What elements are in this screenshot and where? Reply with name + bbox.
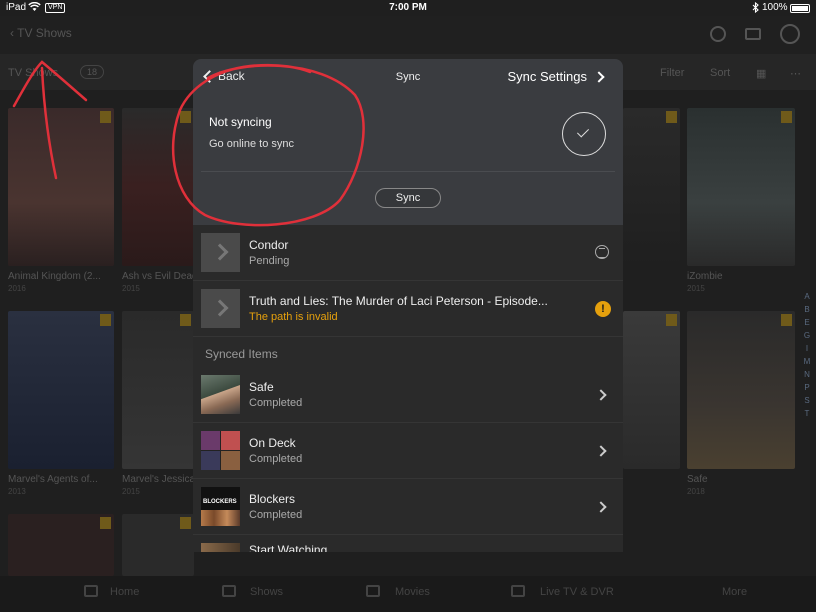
- sync-button[interactable]: Sync: [375, 188, 441, 208]
- list-item[interactable]: Safe Completed: [193, 367, 623, 423]
- grid-view-icon[interactable]: ▦: [756, 67, 766, 80]
- sync-status-title: Not syncing: [209, 115, 272, 129]
- list-item[interactable]: Start Watching: [193, 535, 623, 552]
- poster-caption: Animal Kingdom (2... 2016: [8, 271, 101, 293]
- poster-ash-vs-evil-dead[interactable]: [122, 108, 194, 266]
- sync-modal: Back Sync Sync Settings Not syncing Go o…: [193, 59, 623, 552]
- filter-button[interactable]: Filter: [660, 67, 684, 79]
- poster-izombie[interactable]: [687, 108, 795, 266]
- search-icon[interactable]: [710, 26, 726, 42]
- item-title: Condor: [249, 238, 289, 252]
- poster-row3-1[interactable]: [8, 514, 114, 576]
- bluetooth-icon: [752, 1, 759, 16]
- poster-caption: iZombie 2015: [687, 271, 723, 293]
- poster-caption: Safe 2018: [687, 474, 708, 496]
- poster-caption: Marvel's Jessica...2015: [122, 474, 194, 496]
- nav-title: TV Shows: [17, 26, 72, 40]
- battery-icon: [790, 4, 810, 13]
- chevron-right-icon: [595, 445, 607, 457]
- poster-caption: Marvel's Agents of... 2013: [8, 474, 98, 496]
- chevron-right-icon: [595, 389, 607, 401]
- section-header-synced: Synced Items: [193, 337, 623, 367]
- item-title: Safe: [249, 380, 274, 394]
- item-status: Completed: [249, 509, 303, 521]
- home-icon: [84, 585, 98, 597]
- sort-button[interactable]: Sort: [710, 67, 730, 79]
- poster-safe-eyes[interactable]: [623, 311, 680, 469]
- item-status: Completed: [249, 397, 303, 409]
- warning-icon[interactable]: !: [595, 301, 611, 317]
- item-title: On Deck: [249, 436, 296, 450]
- divider: [201, 171, 615, 172]
- alphabet-index[interactable]: ABEGIMNPST: [802, 290, 812, 420]
- item-status: Pending: [249, 255, 290, 267]
- cast-icon[interactable]: [745, 28, 761, 40]
- movies-icon: [366, 585, 380, 597]
- unwatched-badge: [781, 314, 792, 326]
- pending-thumbnail: [201, 233, 240, 272]
- status-bar: iPad VPN 7:00 PM 100%: [0, 0, 816, 16]
- poster-caption: Ash vs Evil Dead 2015: [122, 271, 194, 293]
- tab-shows[interactable]: Shows: [250, 586, 283, 598]
- poster-safe[interactable]: [687, 311, 795, 469]
- thumbnail-text: BLOCKERS: [203, 499, 237, 505]
- more-options-icon[interactable]: ⋯: [790, 67, 801, 80]
- pending-thumbnail: [201, 289, 240, 328]
- item-title: Blockers: [249, 492, 296, 506]
- item-title: Truth and Lies: The Murder of Laci Peter…: [249, 294, 548, 308]
- list-item[interactable]: Truth and Lies: The Murder of Laci Peter…: [193, 281, 623, 337]
- count-badge: 18: [80, 65, 105, 79]
- checkmark-circle-icon: [562, 112, 606, 156]
- poster-animal-kingdom[interactable]: [8, 108, 114, 266]
- thumbnail-art: [201, 510, 240, 526]
- list-item[interactable]: On Deck Completed: [193, 423, 623, 479]
- section-label[interactable]: TV Shows: [8, 67, 58, 79]
- unwatched-badge: [100, 517, 111, 529]
- sync-status-panel: Not syncing Go online to sync Sync: [193, 95, 623, 225]
- clock: 7:00 PM: [389, 2, 427, 13]
- item-thumbnail: [201, 543, 240, 552]
- tab-home[interactable]: Home: [110, 586, 139, 598]
- item-status: The path is invalid: [249, 311, 338, 323]
- bottom-tab-bar: Home Shows Movies Live TV & DVR More: [0, 576, 816, 612]
- chevron-right-icon: [595, 501, 607, 513]
- sync-settings-button[interactable]: Sync Settings: [507, 69, 605, 84]
- poster-row3-2[interactable]: [122, 514, 194, 576]
- modal-header: Back Sync Sync Settings: [193, 59, 623, 95]
- item-thumbnail: [201, 375, 240, 414]
- item-thumbnail: BLOCKERS: [201, 487, 240, 526]
- poster-agents-of-shield[interactable]: [8, 311, 114, 469]
- live-tv-icon: [511, 585, 525, 597]
- poster-wrath[interactable]: [623, 108, 680, 266]
- poster-jessica-jones[interactable]: [122, 311, 194, 469]
- list-item[interactable]: BLOCKERS Blockers Completed: [193, 479, 623, 535]
- unwatched-badge: [180, 111, 191, 123]
- sync-status-subtitle: Go online to sync: [209, 138, 294, 150]
- list-item[interactable]: Condor Pending: [193, 225, 623, 281]
- hourglass-icon: [595, 245, 609, 259]
- avatar[interactable]: [780, 24, 800, 44]
- unwatched-badge: [180, 314, 191, 326]
- nav-back-link[interactable]: ‹ TV Shows: [10, 26, 72, 40]
- unwatched-badge: [666, 111, 677, 123]
- item-thumbnail: [201, 431, 240, 470]
- item-status: Completed: [249, 453, 303, 465]
- battery-percent: 100%: [762, 2, 788, 13]
- unwatched-badge: [180, 517, 191, 529]
- tab-more[interactable]: More: [722, 586, 747, 598]
- tab-live-tv[interactable]: Live TV & DVR: [540, 586, 614, 598]
- unwatched-badge: [666, 314, 677, 326]
- item-title: Start Watching: [249, 543, 328, 552]
- unwatched-badge: [100, 314, 111, 326]
- shows-icon: [222, 585, 236, 597]
- unwatched-badge: [781, 111, 792, 123]
- sync-list: Condor Pending Truth and Lies: The Murde…: [193, 225, 623, 552]
- unwatched-badge: [100, 111, 111, 123]
- tab-movies[interactable]: Movies: [395, 586, 430, 598]
- chevron-right-icon: [593, 70, 605, 83]
- top-nav-bar: ‹ TV Shows: [0, 16, 816, 54]
- sync-settings-label: Sync Settings: [507, 69, 588, 84]
